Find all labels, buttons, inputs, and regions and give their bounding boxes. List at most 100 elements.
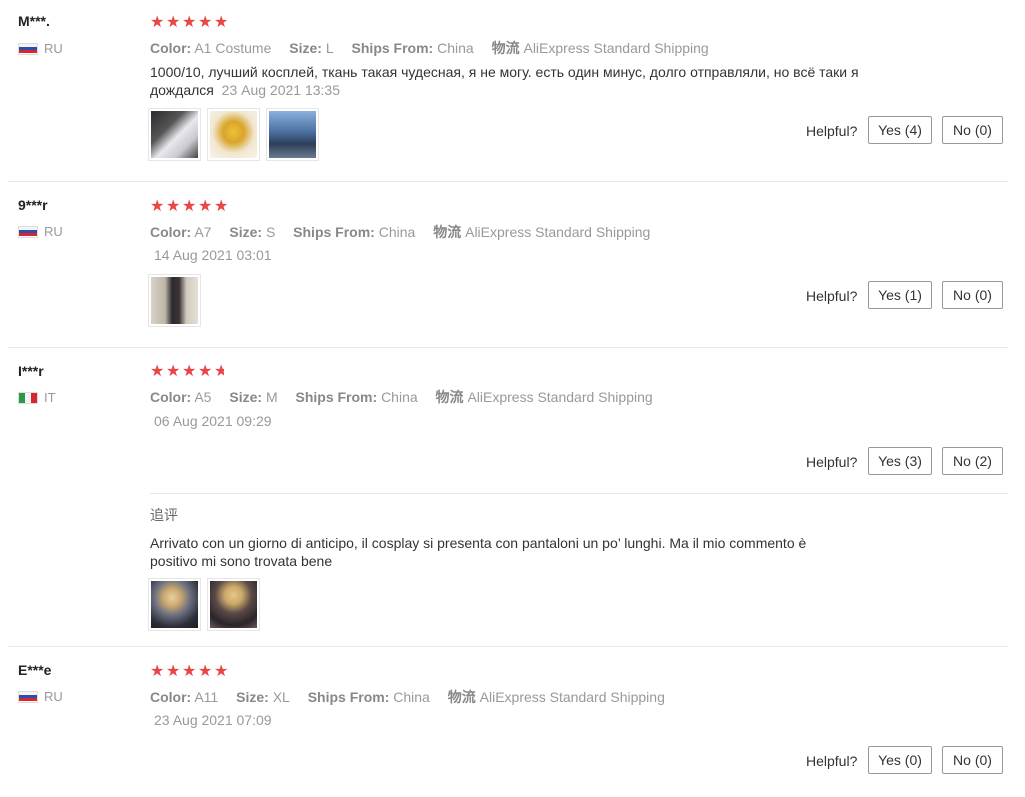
russia-flag-icon	[18, 42, 38, 55]
star-icon: ★	[150, 14, 165, 31]
reviewer-country: RU	[18, 224, 63, 239]
country-code: RU	[44, 689, 63, 704]
shipping-label: 物流	[447, 689, 476, 705]
ships-from-value: China	[381, 389, 418, 405]
star-icon: ★	[198, 363, 213, 380]
size-label: Size:	[229, 389, 263, 405]
ships-from-label: Ships From:	[295, 389, 378, 405]
shipping-value: AliExpress Standard Shipping	[467, 389, 653, 405]
russia-flag-icon	[18, 690, 38, 703]
size-label: Size:	[289, 40, 322, 56]
size-label: Size:	[229, 224, 263, 240]
reviewer-country: IT	[18, 390, 56, 405]
ships-from-label: Ships From:	[307, 689, 390, 705]
review-photo-thumbnail[interactable]	[207, 108, 260, 161]
star-icon: ★	[214, 198, 229, 215]
shipping-label: 物流	[433, 224, 462, 240]
review-date: 06 Aug 2021 09:29	[154, 413, 272, 429]
review-attributes: Color: A5 Size: M Ships From: China 物流 A…	[150, 387, 653, 407]
helpful-label: Helpful?	[806, 454, 858, 470]
color-value: A5	[194, 389, 212, 405]
size-value: L	[325, 40, 334, 56]
star-icon: ★	[214, 663, 229, 680]
helpful-yes-button[interactable]: Yes (3)	[868, 447, 932, 475]
star-icon: ★	[166, 663, 181, 680]
shipping-value: AliExpress Standard Shipping	[465, 224, 651, 240]
size-value: XL	[272, 689, 290, 705]
color-value: A1 Costume	[194, 40, 272, 56]
star-icon: ★	[182, 663, 197, 680]
color-value: A11	[194, 689, 219, 705]
star-icon: ★	[198, 14, 213, 31]
helpful-yes-button[interactable]: Yes (0)	[868, 746, 932, 774]
reviewer-name: I***r	[18, 363, 44, 379]
review-attributes: Color: A7 Size: S Ships From: China 物流 A…	[150, 222, 650, 242]
followup-photos	[148, 578, 260, 631]
reviewer-country: RU	[18, 689, 63, 704]
italy-flag-icon	[18, 391, 38, 404]
star-icon: ★	[166, 14, 181, 31]
star-icon: ★	[150, 663, 165, 680]
star-icon: ★	[214, 14, 229, 31]
helpful-no-button[interactable]: No (0)	[942, 746, 1003, 774]
helpful-yes-button[interactable]: Yes (1)	[868, 281, 932, 309]
review-photos	[148, 274, 201, 327]
star-icon: ★	[198, 198, 213, 215]
review-date: 14 Aug 2021 03:01	[154, 247, 272, 263]
color-label: Color:	[150, 389, 192, 405]
star-rating: ★ ★ ★ ★ ★	[150, 14, 229, 31]
helpful-no-button[interactable]: No (0)	[942, 281, 1003, 309]
star-icon: ★	[214, 364, 224, 379]
review-divider	[8, 646, 1008, 647]
star-rating: ★ ★ ★ ★ ★	[150, 363, 224, 380]
shipping-label: 物流	[435, 389, 464, 405]
review-photo-thumbnail[interactable]	[148, 108, 201, 161]
star-icon: ★	[198, 663, 213, 680]
reviewer-name: M***.	[18, 13, 50, 29]
star-rating: ★ ★ ★ ★ ★	[150, 198, 229, 215]
review-photo-thumbnail[interactable]	[266, 108, 319, 161]
size-value: M	[265, 389, 278, 405]
review-photo-thumbnail[interactable]	[148, 578, 201, 631]
color-label: Color:	[150, 689, 192, 705]
size-label: Size:	[236, 689, 269, 705]
followup-divider	[150, 493, 1008, 494]
ships-from-value: China	[378, 224, 416, 240]
color-label: Color:	[150, 40, 192, 56]
ships-from-value: China	[437, 40, 474, 56]
country-code: RU	[44, 41, 63, 56]
shipping-label: 物流	[491, 40, 520, 56]
russia-flag-icon	[18, 225, 38, 238]
country-code: IT	[44, 390, 56, 405]
followup-label: 追评	[150, 507, 178, 523]
reviewer-name: 9***r	[18, 197, 48, 213]
color-label: Color:	[150, 224, 192, 240]
reviewer-country: RU	[18, 41, 63, 56]
review-attributes: Color: A1 Costume Size: L Ships From: Ch…	[150, 38, 709, 58]
ships-from-label: Ships From:	[293, 224, 375, 240]
review-date: 23 Aug 2021 13:35	[221, 82, 340, 98]
ships-from-value: China	[393, 689, 430, 705]
reviewer-name: E***e	[18, 662, 52, 678]
star-icon: ★	[150, 363, 165, 380]
review-date: 23 Aug 2021 07:09	[154, 712, 272, 728]
helpful-label: Helpful?	[806, 288, 858, 304]
star-icon: ★	[150, 198, 165, 215]
ships-from-label: Ships From:	[351, 40, 434, 56]
review-divider	[8, 181, 1008, 182]
review-attributes: Color: A11 Size: XL Ships From: China 物流…	[150, 687, 665, 707]
star-icon: ★	[166, 363, 181, 380]
review-photo-thumbnail[interactable]	[148, 274, 201, 327]
review-text: 1000/10, лучший косплей, ткань такая чуд…	[150, 63, 890, 99]
star-rating: ★ ★ ★ ★ ★	[150, 663, 229, 680]
size-value: S	[265, 224, 276, 240]
color-value: A7	[194, 224, 212, 240]
helpful-yes-button[interactable]: Yes (4)	[868, 116, 932, 144]
helpful-no-button[interactable]: No (2)	[942, 447, 1003, 475]
helpful-no-button[interactable]: No (0)	[942, 116, 1003, 144]
country-code: RU	[44, 224, 63, 239]
shipping-value: AliExpress Standard Shipping	[523, 40, 709, 56]
review-photo-thumbnail[interactable]	[207, 578, 260, 631]
review-photos	[148, 108, 319, 161]
star-icon: ★	[166, 198, 181, 215]
